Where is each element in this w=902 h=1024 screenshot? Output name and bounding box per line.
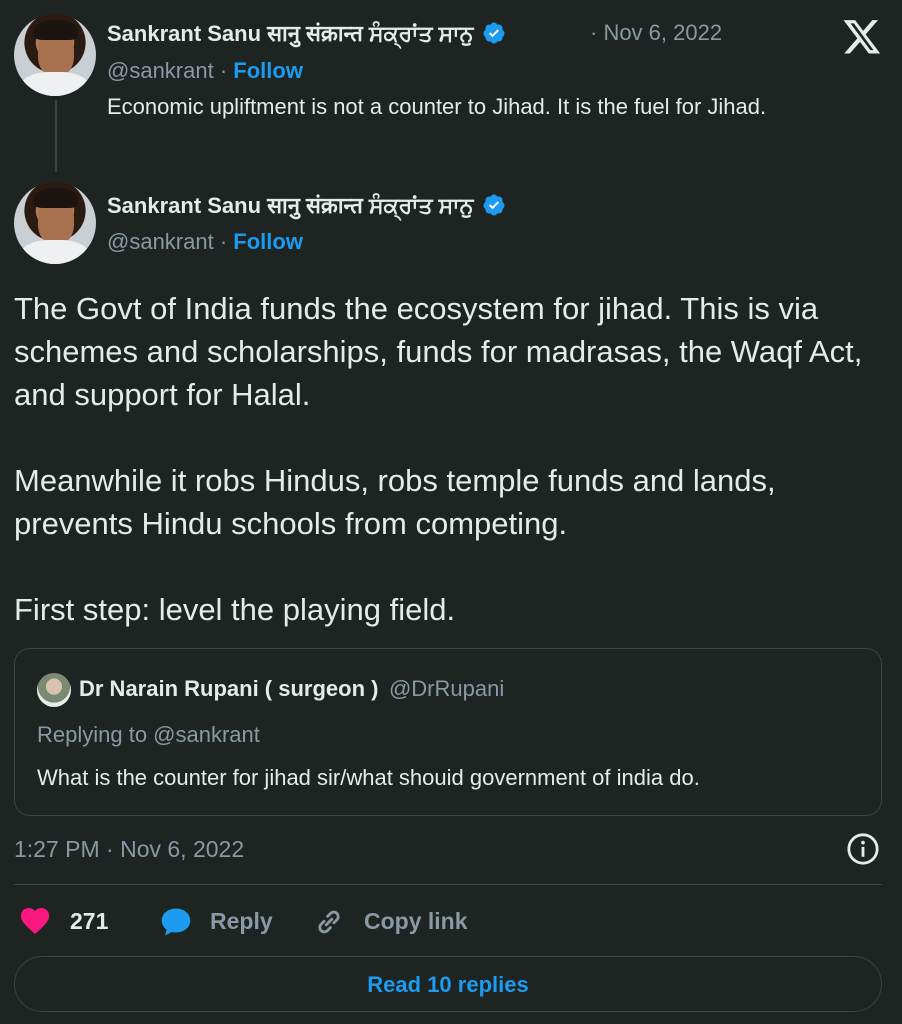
tweet-timestamp[interactable]: 1:27 PM · Nov 6, 2022 [14,836,244,863]
quoted-author-avatar [37,673,71,707]
author-handle[interactable]: @sankrant [107,58,214,83]
tweet-paragraph: First step: level the playing field. [14,592,456,627]
parent-tweet-text: Economic upliftment is not a counter to … [107,94,767,119]
author-handle[interactable]: @sankrant [107,229,214,254]
follow-button[interactable]: Follow [233,58,303,83]
main-author-row: Sankrant Sanu सानु संक्रान्त ਸੰਕ੍ਰਾਂਤ ਸਾ… [107,190,506,220]
main-tweet-body: The Govt of India funds the ecosystem fo… [14,287,892,631]
like-count: 271 [70,908,109,934]
speech-bubble-icon [161,908,191,936]
reply-label: Reply [210,908,273,934]
tweet-paragraph: Meanwhile it robs Hindus, robs temple fu… [14,463,776,541]
quoted-tweet-card[interactable]: Dr Narain Rupani ( surgeon ) @DrRupani R… [14,648,882,816]
author-name[interactable]: Sankrant Sanu सानु संक्रान्त ਸੰਕ੍ਰਾਂਤ ਸਾ… [107,193,473,218]
thread-connector-line [55,100,57,172]
copy-link-label: Copy link [364,908,468,934]
tweet-paragraph: The Govt of India funds the ecosystem fo… [14,291,863,412]
read-replies-button[interactable]: Read 10 replies [14,956,882,1012]
parent-author-row: Sankrant Sanu सानु संक्रान्त ਸੰਕ੍ਰਾਂਤ ਸਾ… [107,18,506,48]
author-name[interactable]: Sankrant Sanu सानु संक्रान्त ਸੰਕ੍ਰਾਂਤ ਸਾ… [107,21,473,46]
quoted-author-handle: @DrRupani [388,676,505,701]
verified-badge-icon [483,22,505,44]
tweet-date[interactable]: · Nov 6, 2022 [590,20,722,46]
info-icon[interactable] [846,832,880,866]
x-logo-icon[interactable] [842,16,882,56]
heart-icon [20,907,50,935]
author-avatar[interactable] [14,182,96,264]
quoted-tweet-text: What is the counter for jihad sir/what s… [37,765,700,790]
replying-to-label: Replying to @sankrant [37,722,260,747]
link-icon [318,910,340,934]
verified-badge-icon [483,194,505,216]
parent-handle-row: @sankrant · Follow [107,58,303,84]
main-handle-row: @sankrant · Follow [107,229,303,255]
separator: · [213,58,234,83]
divider [14,884,882,885]
follow-button[interactable]: Follow [233,229,303,254]
quoted-author-row: Dr Narain Rupani ( surgeon ) @DrRupani [79,676,504,702]
quoted-author-name: Dr Narain Rupani ( surgeon ) [79,676,379,701]
separator: · [213,229,234,254]
author-avatar[interactable] [14,14,96,96]
